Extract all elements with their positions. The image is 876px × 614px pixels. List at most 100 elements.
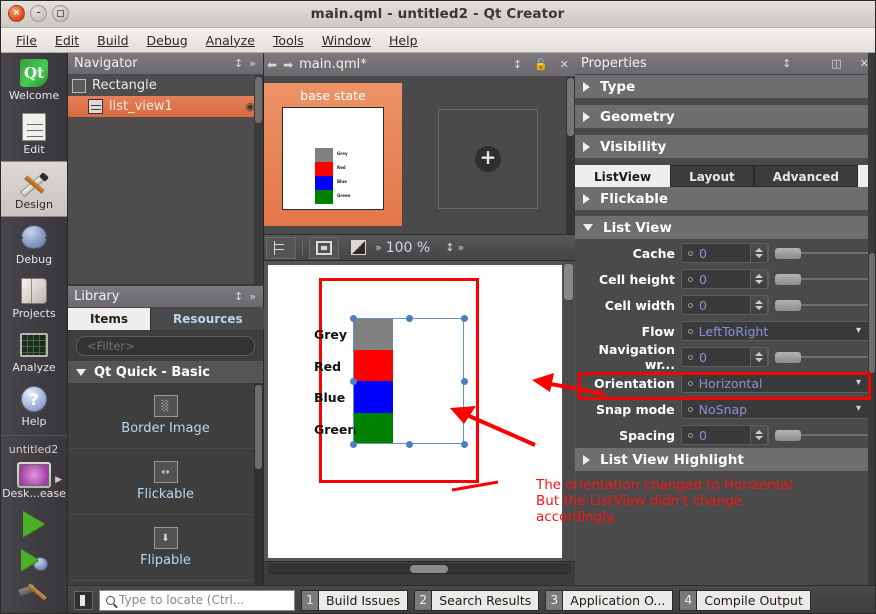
sort-updown-icon[interactable]: ↕ — [779, 57, 794, 70]
show-boundaries-icon[interactable] — [309, 236, 339, 259]
run-button[interactable] — [0, 505, 67, 543]
locator-field[interactable]: Type to locate (Ctrl... — [99, 589, 295, 611]
toolbar-overflow-icon[interactable]: » — [457, 241, 464, 254]
window-close-button[interactable]: × — [8, 5, 25, 22]
editor-filename[interactable]: main.qml* — [299, 57, 504, 72]
menu-debug[interactable]: Debug — [139, 30, 196, 51]
library-section-qt-quick-basic[interactable]: Qt Quick - Basic — [68, 361, 263, 383]
menu-edit[interactable]: Edit — [47, 30, 87, 51]
library-item-border-image[interactable]: ░ Border Image — [68, 383, 263, 449]
arrow-left-icon[interactable]: ⬅ — [267, 58, 277, 72]
tab-resources[interactable]: Resources — [151, 308, 266, 330]
sort-updown-icon[interactable]: ↕ — [231, 290, 246, 303]
navigation-wraps-input[interactable]: 0 — [681, 347, 769, 367]
spinner-icon[interactable] — [750, 295, 768, 315]
dock-split-icon[interactable]: ◫ — [828, 57, 844, 70]
spacing-slider[interactable] — [775, 425, 870, 445]
toggle-background-icon[interactable] — [343, 237, 373, 259]
state-base[interactable]: base state Grey Red Blue Green — [264, 83, 402, 226]
output-button-application-output[interactable]: 3 Application O... — [545, 589, 674, 611]
tab-layout[interactable]: Layout — [670, 165, 754, 187]
cell-height-input[interactable]: 0 — [681, 269, 769, 289]
mode-edit[interactable]: Edit — [0, 107, 67, 161]
navigator-row-list-view1[interactable]: list_view1 ◉ — [68, 96, 263, 117]
arrow-right-icon[interactable]: ➡ — [283, 58, 293, 72]
mode-help[interactable]: ? Help — [0, 379, 67, 433]
design-brush-ruler-icon — [17, 166, 51, 198]
mode-welcome[interactable]: Qt Welcome — [0, 53, 67, 107]
window-minimize-button[interactable]: – — [30, 5, 47, 22]
cell-width-input[interactable]: 0 — [681, 295, 769, 315]
resize-handle-ne[interactable] — [461, 315, 468, 322]
menu-build[interactable]: Build — [89, 30, 136, 51]
section-flickable[interactable]: Flickable — [575, 187, 876, 211]
close-x-icon[interactable]: ✕ — [557, 58, 572, 71]
canvas-horizontal-scrollbar[interactable] — [264, 562, 575, 576]
chevron-double-right-icon[interactable]: » — [246, 290, 259, 303]
library-scrollbar[interactable] — [254, 383, 263, 585]
output-button-search-results[interactable]: 2 Search Results — [414, 589, 540, 611]
resize-handle-s[interactable] — [406, 441, 413, 448]
form-editor-canvas[interactable]: Grey Red Blue Green — [264, 261, 575, 562]
reset-view-icon[interactable] — [266, 236, 296, 259]
resize-handle-e[interactable] — [461, 378, 468, 385]
tab-listview[interactable]: ListView — [575, 165, 671, 187]
library-filter-input[interactable] — [76, 336, 255, 356]
cell-width-slider[interactable] — [775, 295, 870, 315]
menu-file[interactable]: File — [8, 30, 45, 51]
library-item-flickable[interactable]: ↔ Flickable — [68, 449, 263, 515]
resize-handle-n[interactable] — [406, 315, 413, 322]
tab-advanced[interactable]: Advanced — [753, 165, 858, 187]
mode-debug[interactable]: Debug — [0, 217, 67, 271]
spinner-icon[interactable] — [750, 347, 768, 367]
resize-handle-w[interactable] — [350, 378, 357, 385]
window-maximize-button[interactable] — [52, 5, 69, 22]
orientation-combobox[interactable]: Horizontal ▾ — [680, 373, 870, 393]
add-state-slot[interactable]: + — [419, 83, 557, 226]
plus-circle-icon[interactable]: + — [475, 145, 501, 172]
spinner-icon[interactable] — [750, 243, 768, 263]
sort-updown-icon[interactable]: ↕ — [231, 57, 246, 70]
chevron-double-right-icon[interactable]: » — [375, 241, 382, 254]
chevron-double-right-icon[interactable]: » — [246, 57, 259, 70]
output-button-build-issues[interactable]: 1 Build Issues — [301, 589, 409, 611]
output-button-compile-output[interactable]: 4 Compile Output — [679, 589, 811, 611]
section-label: Geometry — [600, 108, 675, 125]
menu-help[interactable]: Help — [381, 30, 426, 51]
unlocked-padlock-icon[interactable]: 🔓 — [531, 58, 551, 71]
spinner-icon[interactable] — [750, 425, 768, 445]
menu-window[interactable]: Window — [314, 30, 379, 51]
mode-design[interactable]: Design — [0, 161, 67, 217]
navigator-scrollbar[interactable] — [254, 75, 263, 284]
snap-mode-combobox[interactable]: NoSnap ▾ — [680, 399, 870, 419]
flow-combobox[interactable]: LeftToRight ▾ — [680, 321, 870, 341]
navigation-wraps-slider[interactable] — [775, 347, 870, 367]
mode-analyze[interactable]: Analyze — [0, 325, 67, 379]
mode-projects[interactable]: Projects — [0, 271, 67, 325]
split-updown-icon[interactable]: ↕ — [510, 58, 525, 71]
section-list-view-highlight[interactable]: List View Highlight — [575, 448, 876, 472]
resize-handle-nw[interactable] — [350, 315, 357, 322]
menu-analyze[interactable]: Analyze — [198, 30, 263, 51]
section-geometry[interactable]: Geometry — [575, 105, 876, 129]
states-scrollbar[interactable] — [566, 77, 575, 234]
kit-selector[interactable]: ▶ Desk...ease — [0, 457, 67, 505]
section-visibility[interactable]: Visibility — [575, 135, 876, 159]
menu-tools[interactable]: Tools — [265, 30, 312, 51]
section-type[interactable]: Type — [575, 75, 876, 99]
resize-handle-sw[interactable] — [350, 441, 357, 448]
toggle-sidebar-icon[interactable] — [74, 590, 93, 610]
spin-updown-icon[interactable]: ↕ — [442, 241, 457, 254]
section-list-view[interactable]: List View — [575, 216, 876, 240]
debug-run-button[interactable] — [0, 543, 67, 577]
spinner-icon[interactable] — [750, 269, 768, 289]
build-button[interactable] — [0, 577, 67, 614]
cache-slider[interactable] — [775, 243, 870, 263]
navigator-row-rectangle[interactable]: Rectangle — [68, 75, 263, 96]
resize-handle-se[interactable] — [461, 441, 468, 448]
cell-height-slider[interactable] — [775, 269, 870, 289]
spacing-input[interactable]: 0 — [681, 425, 769, 445]
library-item-flipable[interactable]: ⬇ Flipable — [68, 515, 263, 581]
cache-input[interactable]: 0 — [681, 243, 769, 263]
tab-items[interactable]: Items — [68, 308, 151, 330]
